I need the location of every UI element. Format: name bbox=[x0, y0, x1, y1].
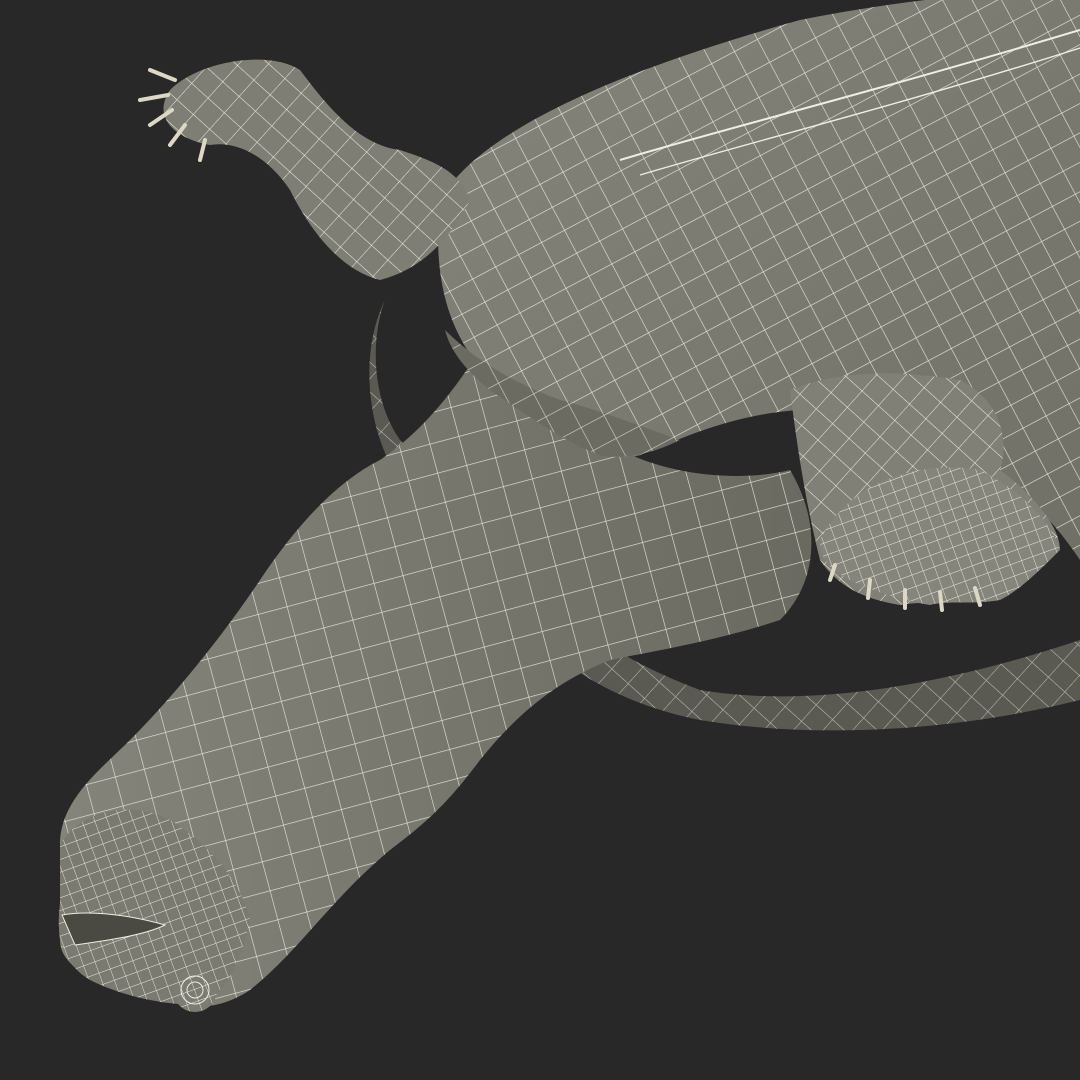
turtle-neck-head bbox=[58, 365, 812, 1012]
snout-tip bbox=[173, 968, 217, 1012]
rear-left-flipper bbox=[138, 59, 470, 280]
turtle-wireframe-render bbox=[58, 0, 1080, 1012]
